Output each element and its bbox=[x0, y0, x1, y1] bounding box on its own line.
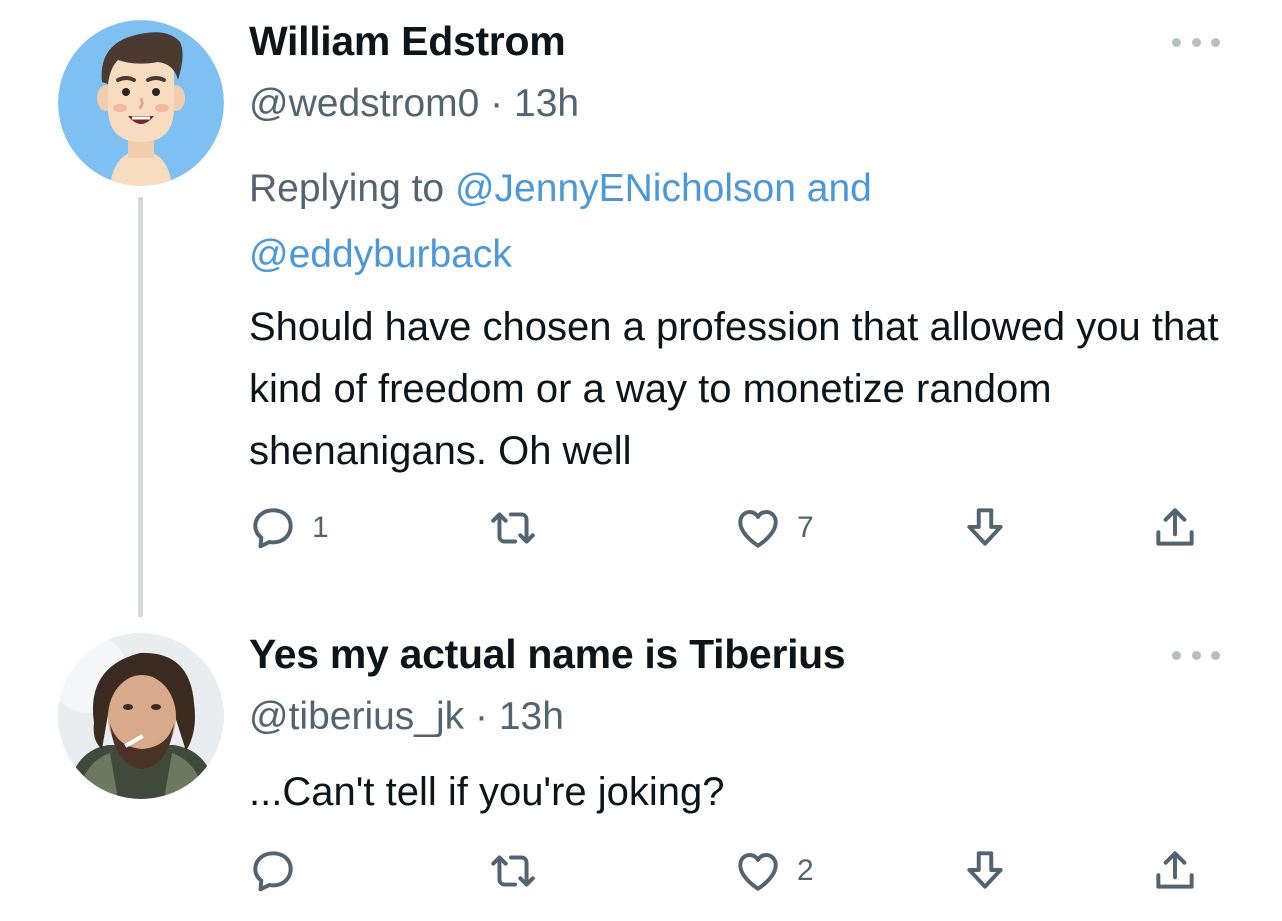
replying-and[interactable]: and bbox=[807, 167, 872, 210]
download-arrow-icon bbox=[967, 851, 1003, 889]
reply-count: 1 bbox=[312, 511, 329, 544]
tweet-text: Should have chosen a profession that all… bbox=[249, 305, 1219, 473]
download-arrow-icon bbox=[967, 508, 1003, 546]
save-button[interactable] bbox=[960, 843, 1010, 899]
reply-icon bbox=[253, 851, 293, 892]
share-icon bbox=[1156, 508, 1194, 546]
more-dots-icon bbox=[1172, 650, 1181, 660]
tweet-meta: @wedstrom0 · 13h bbox=[249, 82, 579, 126]
timestamp[interactable]: 13h bbox=[499, 695, 564, 738]
more-options-button[interactable] bbox=[1172, 32, 1220, 52]
user-handle[interactable]: @wedstrom0 bbox=[249, 82, 479, 125]
retweet-button[interactable] bbox=[488, 500, 552, 556]
like-count: 7 bbox=[797, 511, 814, 544]
display-name[interactable]: Yes my actual name is Tiberius bbox=[249, 631, 846, 678]
tweet-text: ...Can't tell if you're joking? bbox=[249, 770, 725, 814]
tweet[interactable]: William Edstrom @wedstrom0 · 13h Replyin… bbox=[0, 0, 1282, 617]
mention-link[interactable]: @JennyENicholson bbox=[455, 167, 796, 210]
reply-icon bbox=[253, 508, 293, 549]
timestamp[interactable]: 13h bbox=[514, 82, 579, 125]
replying-to: Replying to @JennyENicholson and @eddybu… bbox=[249, 156, 1199, 288]
retweet-icon bbox=[491, 855, 535, 887]
heart-icon bbox=[738, 852, 778, 891]
user-handle[interactable]: @tiberius_jk bbox=[249, 695, 464, 738]
like-button[interactable]: 7 bbox=[733, 500, 814, 556]
more-options-button[interactable] bbox=[1172, 645, 1220, 665]
meta-separator: · bbox=[490, 82, 504, 125]
avatar[interactable] bbox=[58, 633, 224, 799]
replying-prefix: Replying to bbox=[249, 167, 445, 210]
save-button[interactable] bbox=[960, 500, 1010, 556]
reply-button[interactable]: 1 bbox=[248, 500, 329, 556]
meta-separator: · bbox=[475, 695, 489, 738]
share-icon bbox=[1156, 851, 1194, 889]
display-name[interactable]: William Edstrom bbox=[249, 18, 566, 65]
mention-link[interactable]: @eddyburback bbox=[249, 233, 512, 276]
photo-avatar bbox=[58, 633, 224, 799]
tweet[interactable]: Yes my actual name is Tiberius @tiberius… bbox=[0, 615, 1282, 921]
retweet-icon bbox=[491, 512, 535, 544]
reply-button[interactable] bbox=[248, 843, 312, 899]
tweet-actions: 1 7 bbox=[0, 500, 1282, 560]
share-button[interactable] bbox=[1150, 500, 1200, 556]
avatar[interactable] bbox=[58, 20, 224, 186]
more-dots-icon bbox=[1172, 37, 1181, 47]
tweet-meta: @tiberius_jk · 13h bbox=[249, 695, 564, 739]
like-count: 2 bbox=[797, 854, 814, 887]
heart-icon bbox=[738, 509, 778, 548]
retweet-button[interactable] bbox=[488, 843, 552, 899]
like-button[interactable]: 2 bbox=[733, 843, 814, 899]
cartoon-avatar-icon bbox=[58, 20, 224, 186]
share-button[interactable] bbox=[1150, 843, 1200, 899]
tweet-actions: 2 bbox=[0, 843, 1282, 903]
